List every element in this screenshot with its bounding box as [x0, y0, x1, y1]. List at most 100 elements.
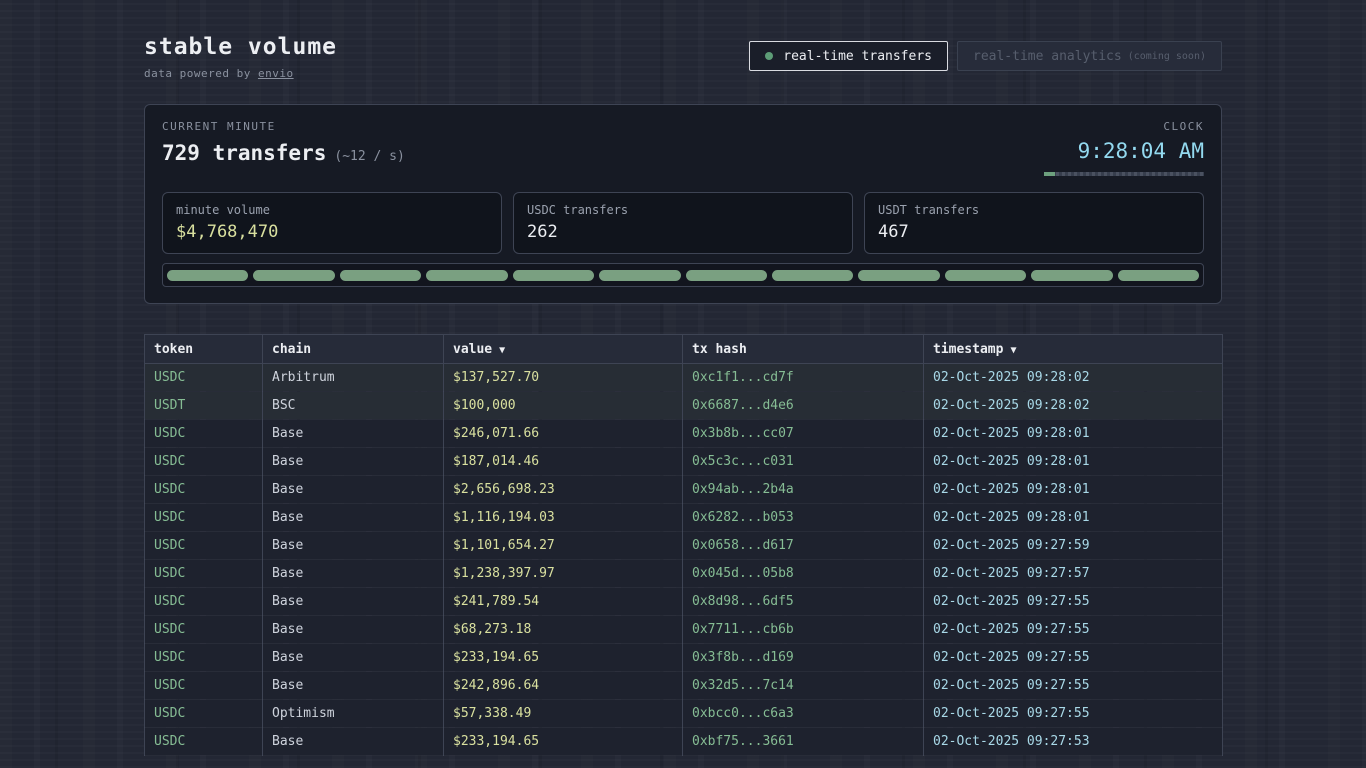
column-header-value[interactable]: value▼ [444, 335, 683, 364]
current-minute-label: CURRENT MINUTE [162, 120, 405, 133]
powered-by-text: data powered by [144, 67, 251, 80]
minute-segment [1031, 270, 1112, 281]
value-cell: $233,194.65 [444, 728, 683, 756]
usdt-transfers-box: USDT transfers 467 [864, 192, 1204, 254]
page-title: stable volume [144, 34, 337, 60]
minute-segment [1118, 270, 1199, 281]
topbar: stable volume data powered by envio real… [144, 34, 1222, 80]
value-cell: $233,194.65 [444, 644, 683, 672]
chain-cell: Base [263, 532, 444, 560]
coming-soon-badge: (coming soon) [1128, 51, 1206, 62]
sort-arrow-icon: ▼ [1010, 345, 1016, 356]
value-cell: $241,789.54 [444, 588, 683, 616]
timestamp-cell: 02-Oct-2025 09:28:01 [924, 504, 1223, 532]
column-header-chain: chain [263, 335, 444, 364]
transfers-table-head: token chain value▼ tx hash timestamp▼ [145, 335, 1223, 364]
tab-real-time-transfers[interactable]: real-time transfers [749, 41, 948, 71]
current-minute-card: CURRENT MINUTE 729 transfers (~12 / s) C… [144, 104, 1222, 304]
minute-segment [426, 270, 507, 281]
chain-cell: Base [263, 476, 444, 504]
timestamp-cell: 02-Oct-2025 09:28:01 [924, 476, 1223, 504]
minute-segment [340, 270, 421, 281]
table-row: USDC Base $1,238,397.97 0x045d...05b8 02… [145, 560, 1223, 588]
value-cell: $68,273.18 [444, 616, 683, 644]
minute-segment [253, 270, 334, 281]
token-cell: USDC [145, 644, 263, 672]
minute-volume-label: minute volume [176, 203, 488, 217]
value-cell: $1,238,397.97 [444, 560, 683, 588]
value-cell: $100,000 [444, 392, 683, 420]
timestamp-cell: 02-Oct-2025 09:27:55 [924, 588, 1223, 616]
tx-hash-link[interactable]: 0x94ab...2b4a [683, 476, 924, 504]
transfers-table-body: USDC Arbitrum $137,527.70 0xc1f1...cd7f … [145, 364, 1223, 756]
clock-progress-fill [1044, 172, 1055, 176]
value-cell: $2,656,698.23 [444, 476, 683, 504]
table-row: USDT BSC $100,000 0x6687...d4e6 02-Oct-2… [145, 392, 1223, 420]
chain-cell: Base [263, 644, 444, 672]
tx-hash-link[interactable]: 0x3f8b...d169 [683, 644, 924, 672]
sort-arrow-icon: ▼ [499, 345, 505, 356]
minute-segment [513, 270, 594, 281]
tx-hash-link[interactable]: 0x8d98...6df5 [683, 588, 924, 616]
tx-hash-link[interactable]: 0x6282...b053 [683, 504, 924, 532]
tx-hash-link[interactable]: 0x6687...d4e6 [683, 392, 924, 420]
tx-hash-link[interactable]: 0x045d...05b8 [683, 560, 924, 588]
transfers-table: token chain value▼ tx hash timestamp▼ US… [144, 334, 1223, 756]
token-cell: USDC [145, 364, 263, 392]
tx-hash-link[interactable]: 0x0658...d617 [683, 532, 924, 560]
token-cell: USDC [145, 476, 263, 504]
usdc-transfers-label: USDC transfers [527, 203, 839, 217]
token-cell: USDC [145, 616, 263, 644]
chain-cell: Base [263, 560, 444, 588]
tab-real-time-analytics[interactable]: real-time analytics (coming soon) [957, 41, 1222, 71]
minute-segment [772, 270, 853, 281]
token-cell: USDC [145, 448, 263, 476]
table-row: USDC Base $242,896.64 0x32d5...7c14 02-O… [145, 672, 1223, 700]
tx-hash-link[interactable]: 0x5c3c...c031 [683, 448, 924, 476]
tx-hash-link[interactable]: 0xbcc0...c6a3 [683, 700, 924, 728]
powered-by: data powered by envio [144, 67, 337, 80]
usdt-transfers-value: 467 [878, 222, 1190, 242]
table-row: USDC Optimism $57,338.49 0xbcc0...c6a3 0… [145, 700, 1223, 728]
tx-hash-link[interactable]: 0xbf75...3661 [683, 728, 924, 756]
usdc-transfers-value: 262 [527, 222, 839, 242]
value-cell: $242,896.64 [444, 672, 683, 700]
tx-hash-link[interactable]: 0x7711...cb6b [683, 616, 924, 644]
token-cell: USDC [145, 700, 263, 728]
timestamp-cell: 02-Oct-2025 09:28:01 [924, 420, 1223, 448]
clock-block: CLOCK 9:28:04 AM [1044, 120, 1204, 176]
timestamp-cell: 02-Oct-2025 09:27:55 [924, 616, 1223, 644]
token-cell: USDT [145, 392, 263, 420]
brand: stable volume data powered by envio [144, 34, 337, 80]
minute-segment [599, 270, 680, 281]
table-row: USDC Base $1,101,654.27 0x0658...d617 02… [145, 532, 1223, 560]
table-row: USDC Arbitrum $137,527.70 0xc1f1...cd7f … [145, 364, 1223, 392]
chain-cell: Base [263, 504, 444, 532]
table-row: USDC Base $68,273.18 0x7711...cb6b 02-Oc… [145, 616, 1223, 644]
table-row: USDC Base $241,789.54 0x8d98...6df5 02-O… [145, 588, 1223, 616]
minute-segment [858, 270, 939, 281]
minute-segment [945, 270, 1026, 281]
value-cell: $57,338.49 [444, 700, 683, 728]
value-cell: $1,101,654.27 [444, 532, 683, 560]
minute-volume-value: $4,768,470 [176, 222, 488, 242]
minute-segments-bar [162, 263, 1204, 287]
tx-hash-link[interactable]: 0x32d5...7c14 [683, 672, 924, 700]
usdt-transfers-label: USDT transfers [878, 203, 1190, 217]
chain-cell: Base [263, 728, 444, 756]
tx-hash-link[interactable]: 0xc1f1...cd7f [683, 364, 924, 392]
chain-cell: Base [263, 448, 444, 476]
timestamp-cell: 02-Oct-2025 09:28:02 [924, 392, 1223, 420]
tx-hash-link[interactable]: 0x3b8b...cc07 [683, 420, 924, 448]
table-row: USDC Base $233,194.65 0xbf75...3661 02-O… [145, 728, 1223, 756]
token-cell: USDC [145, 672, 263, 700]
table-row: USDC Base $246,071.66 0x3b8b...cc07 02-O… [145, 420, 1223, 448]
envio-link[interactable]: envio [258, 67, 294, 80]
timestamp-cell: 02-Oct-2025 09:27:53 [924, 728, 1223, 756]
tab-transfers-label: real-time transfers [783, 49, 932, 64]
table-row: USDC Base $187,014.46 0x5c3c...c031 02-O… [145, 448, 1223, 476]
clock-label: CLOCK [1044, 120, 1204, 133]
column-header-timestamp[interactable]: timestamp▼ [924, 335, 1223, 364]
token-cell: USDC [145, 420, 263, 448]
timestamp-cell: 02-Oct-2025 09:28:01 [924, 448, 1223, 476]
